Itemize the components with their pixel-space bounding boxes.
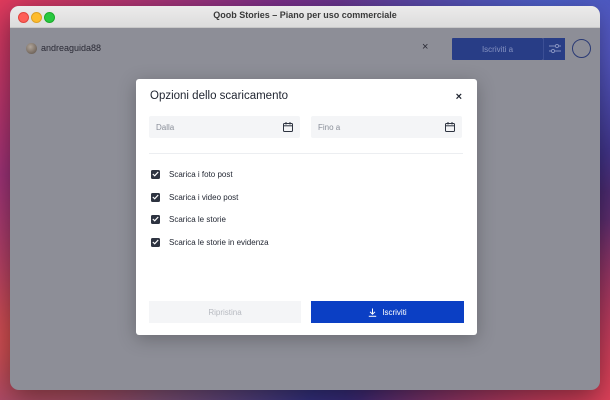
- date-to-input[interactable]: [311, 116, 462, 138]
- checkbox-checked[interactable]: [151, 214, 160, 224]
- checkbox-checked[interactable]: [151, 169, 160, 179]
- avatar: [26, 43, 37, 54]
- close-icon[interactable]: ×: [422, 41, 428, 53]
- checkbox-checked[interactable]: [151, 237, 160, 247]
- app-header: andreaguida88 × Iscriviti a: [10, 28, 600, 70]
- option-label: Scarica le storie in evidenza: [169, 237, 269, 247]
- download-icon: [369, 308, 377, 317]
- download-options-dialog: Opzioni dello scaricamento × Scarica i f…: [136, 79, 477, 335]
- date-from-field[interactable]: [149, 116, 300, 138]
- title-bar: Qoob Stories – Piano per uso commerciale: [10, 6, 600, 28]
- subscribe-button-label: Iscriviti: [382, 307, 407, 317]
- filter-button[interactable]: [543, 38, 565, 60]
- option-label: Scarica le storie: [169, 214, 226, 224]
- option-label: Scarica i video post: [169, 192, 239, 202]
- option-photo-posts[interactable]: Scarica i foto post: [151, 168, 233, 180]
- option-highlight-stories[interactable]: Scarica le storie in evidenza: [151, 236, 269, 248]
- dialog-title: Opzioni dello scaricamento: [150, 90, 289, 102]
- option-stories[interactable]: Scarica le storie: [151, 213, 226, 225]
- filter-sliders-icon: [548, 44, 561, 54]
- date-from-input[interactable]: [149, 116, 300, 138]
- date-to-field[interactable]: [311, 116, 462, 138]
- checkmark-icon: [152, 239, 159, 245]
- subscribe-button[interactable]: Iscriviti: [311, 301, 464, 323]
- option-label: Scarica i foto post: [169, 169, 233, 179]
- subscribe-to-button[interactable]: Iscriviti a: [452, 38, 543, 60]
- checkmark-icon: [152, 216, 159, 222]
- option-video-posts[interactable]: Scarica i video post: [151, 191, 238, 203]
- calendar-icon[interactable]: [283, 122, 293, 132]
- checkbox-checked[interactable]: [151, 192, 160, 202]
- checkmark-icon: [152, 194, 159, 200]
- username-label: andreaguida88: [41, 43, 102, 53]
- profile-circle-icon[interactable]: [572, 39, 591, 58]
- calendar-icon[interactable]: [445, 122, 455, 132]
- reset-button[interactable]: Ripristina: [149, 301, 301, 323]
- checkmark-icon: [152, 171, 159, 177]
- window-title: Qoob Stories – Piano per uso commerciale: [213, 10, 397, 20]
- dialog-close-icon[interactable]: ×: [456, 91, 462, 103]
- divider: [149, 153, 463, 154]
